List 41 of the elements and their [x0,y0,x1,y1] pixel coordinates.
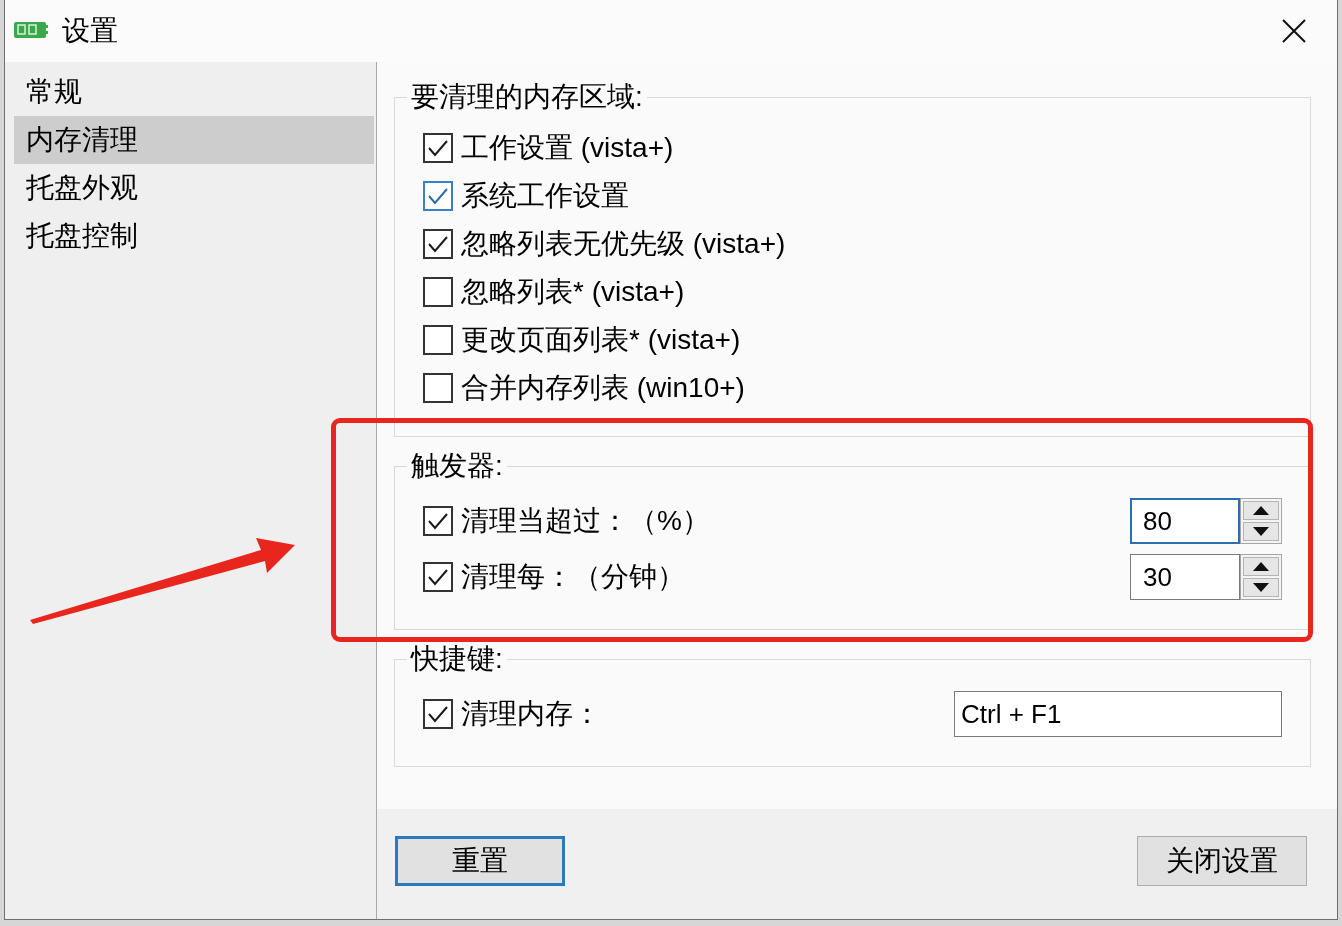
sidebar-item[interactable]: 托盘外观 [14,164,374,212]
group-title: 要清理的内存区域: [410,81,644,113]
checkbox[interactable] [423,562,453,592]
group-title: 快捷键: [409,643,504,675]
checkbox[interactable] [423,373,453,403]
checkbox-label: 工作设置 (vista+) [461,131,674,165]
checkbox-label: 清理每：（分钟） [461,560,685,594]
caret-up-icon [1253,506,1269,515]
checkbox[interactable] [423,133,453,163]
spin-up-button[interactable] [1243,501,1279,520]
checkbox-label: 忽略列表无优先级 (vista+) [461,227,786,261]
checkbox[interactable] [423,506,453,536]
checkbox-label: 合并内存列表 (win10+) [461,371,745,405]
spin-up-button[interactable] [1243,557,1279,576]
checkbox-label: 清理当超过：（%） [461,504,710,538]
number-field[interactable]: 30 [1130,554,1240,600]
memory-module-icon [14,21,48,39]
checkbox-label: 更改页面列表* (vista+) [461,323,741,357]
checkbox-label: 忽略列表* (vista+) [461,275,685,309]
sidebar-item[interactable]: 常规 [14,68,374,116]
spin-down-button[interactable] [1243,522,1279,541]
sidebar-item[interactable]: 托盘控制 [14,212,374,260]
window-title: 设置 [62,14,118,48]
caret-up-icon [1253,562,1269,571]
checkbox[interactable] [423,325,453,355]
checkbox-label: 系统工作设置 [461,179,629,213]
close-icon [1282,19,1306,43]
dialog-button[interactable]: 重置 [395,836,565,886]
checkbox[interactable] [423,277,453,307]
caret-down-icon [1253,527,1269,536]
number-field[interactable]: 80 [1130,498,1240,544]
checkbox[interactable] [423,699,453,729]
sidebar-item[interactable]: 内存清理 [14,116,374,164]
spin-down-button[interactable] [1243,578,1279,597]
checkbox[interactable] [423,229,453,259]
hotkey-field[interactable]: Ctrl + F1 [954,691,1282,737]
caret-down-icon [1253,583,1269,592]
dialog-button[interactable]: 关闭设置 [1137,836,1307,886]
checkbox[interactable] [423,181,453,211]
group-title: 触发器: [410,450,504,482]
checkbox-label: 清理内存： [461,697,601,731]
